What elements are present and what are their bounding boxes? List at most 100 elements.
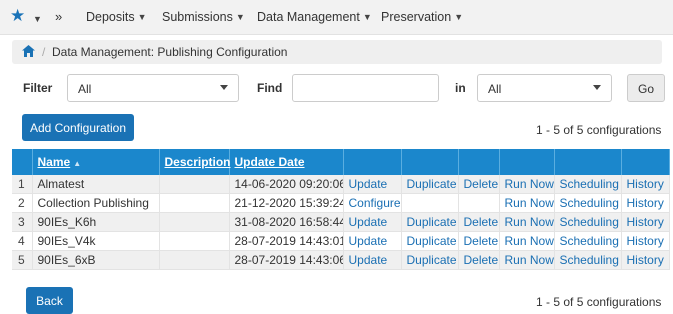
configuration-name: Collection Publishing (32, 193, 160, 213)
nav-item-label: Preservation (381, 10, 452, 24)
empty-action-cell (401, 193, 459, 213)
configuration-name: 90IEs_V4k (32, 231, 160, 251)
scheduling-link[interactable]: Scheduling (554, 193, 622, 213)
chevron-down-icon: ▼ (454, 12, 464, 22)
filter-select-value: All (78, 82, 92, 96)
duplicate-link[interactable]: Duplicate (401, 231, 459, 251)
chevron-down-icon: ▼ (362, 12, 372, 22)
nav-item-label: Deposits (86, 10, 135, 24)
action-column-header (499, 149, 555, 175)
history-link[interactable]: History (621, 175, 670, 194)
configuration-description (159, 250, 230, 270)
star-icon[interactable]: ★ (10, 7, 25, 24)
nav-item-deposits[interactable]: Deposits ▼ (86, 10, 147, 24)
action-column-header (458, 149, 500, 175)
action-column-header (343, 149, 402, 175)
history-link[interactable]: History (621, 231, 670, 251)
update-link[interactable]: Update (343, 212, 402, 232)
configure-link[interactable]: Configure (343, 193, 402, 213)
update-link[interactable]: Update (343, 231, 402, 251)
home-icon[interactable] (22, 45, 35, 57)
history-link[interactable]: History (621, 250, 670, 270)
delete-link[interactable]: Delete (458, 250, 500, 270)
table-row[interactable]: 3 90IEs_K6h 31-08-2020 16:58:44 Update Dupli… (12, 212, 670, 232)
sort-ascending-icon: ▲ (73, 159, 82, 168)
configuration-name: Almatest (32, 175, 160, 194)
table-row[interactable]: 4 90IEs_V4k 28-07-2019 14:43:01 Update Dupli… (12, 231, 670, 251)
scheduling-link[interactable]: Scheduling (554, 212, 622, 232)
update-date: 28-07-2019 14:43:06 (229, 250, 344, 270)
find-input[interactable] (292, 74, 439, 102)
scheduling-link[interactable]: Scheduling (554, 250, 622, 270)
duplicate-link[interactable]: Duplicate (401, 212, 459, 232)
in-select-value: All (488, 82, 502, 96)
row-number: 5 (12, 250, 33, 270)
go-button[interactable]: Go (627, 74, 665, 102)
nav-item-label: Submissions (162, 10, 233, 24)
configuration-description (159, 175, 230, 194)
find-label: Find (257, 81, 283, 95)
chevron-down-icon (593, 85, 601, 90)
history-link[interactable]: History (621, 193, 670, 213)
configuration-description (159, 212, 230, 232)
results-count: 1 - 5 of 5 configurations (536, 123, 662, 137)
row-number: 2 (12, 193, 33, 213)
table-row[interactable]: 2 Collection Publishing 21-12-2020 15:39:2… (12, 193, 670, 213)
add-configuration-button[interactable]: Add Configuration (22, 114, 134, 141)
filter-select[interactable]: All (67, 74, 239, 102)
action-column-header (401, 149, 459, 175)
in-label: in (455, 81, 466, 95)
update-date-column-header[interactable]: Update Date (229, 149, 344, 175)
delete-link[interactable]: Delete (458, 231, 500, 251)
description-sort-link[interactable]: Description (165, 155, 231, 169)
configuration-name: 90IEs_6xB (32, 250, 160, 270)
in-select[interactable]: All (477, 74, 612, 102)
name-column-header[interactable]: Name ▲ (32, 149, 160, 175)
table-header-row: Name ▲ Description Update Date (12, 149, 670, 175)
run-now-link[interactable]: Run Now (499, 193, 555, 213)
breadcrumb-current: Data Management: Publishing Configuratio… (52, 45, 288, 59)
row-number-header (12, 149, 33, 175)
delete-link[interactable]: Delete (458, 175, 500, 194)
row-number: 3 (12, 212, 33, 232)
nav-item-data-management[interactable]: Data Management ▼ (257, 10, 372, 24)
update-link[interactable]: Update (343, 250, 402, 270)
scheduling-link[interactable]: Scheduling (554, 175, 622, 194)
action-column-header (621, 149, 670, 175)
breadcrumb-separator: / (42, 45, 46, 59)
chevron-down-icon: ▼ (33, 14, 42, 24)
favorites-menu-toggle[interactable]: ▼ (30, 12, 42, 26)
update-date: 14-06-2020 09:20:06 (229, 175, 344, 194)
run-now-link[interactable]: Run Now (499, 212, 555, 232)
action-column-header (554, 149, 622, 175)
results-count-footer: 1 - 5 of 5 configurations (536, 295, 662, 309)
scheduling-link[interactable]: Scheduling (554, 231, 622, 251)
duplicate-link[interactable]: Duplicate (401, 250, 459, 270)
nav-item-preservation[interactable]: Preservation ▼ (381, 10, 463, 24)
table-row[interactable]: 5 90IEs_6xB 28-07-2019 14:43:06 Update Dupli… (12, 250, 670, 270)
empty-action-cell (458, 193, 500, 213)
back-button[interactable]: Back (26, 287, 73, 314)
chevron-down-icon: ▼ (235, 12, 245, 22)
delete-link[interactable]: Delete (458, 212, 500, 232)
row-number: 4 (12, 231, 33, 251)
name-sort-link[interactable]: Name (38, 155, 71, 169)
update-date: 31-08-2020 16:58:44 (229, 212, 344, 232)
more-nav-chevron[interactable]: » (55, 9, 62, 24)
update-date: 21-12-2020 15:39:24 (229, 193, 344, 213)
run-now-link[interactable]: Run Now (499, 250, 555, 270)
chevron-down-icon: ▼ (137, 12, 147, 22)
configuration-description (159, 193, 230, 213)
run-now-link[interactable]: Run Now (499, 175, 555, 194)
row-number: 1 (12, 175, 33, 194)
history-link[interactable]: History (621, 212, 670, 232)
update-date: 28-07-2019 14:43:01 (229, 231, 344, 251)
nav-item-submissions[interactable]: Submissions ▼ (162, 10, 245, 24)
update-link[interactable]: Update (343, 175, 402, 194)
breadcrumb: / Data Management: Publishing Configurat… (12, 40, 662, 64)
run-now-link[interactable]: Run Now (499, 231, 555, 251)
table-row[interactable]: 1 Almatest 14-06-2020 09:20:06 Update Duplic… (12, 175, 670, 194)
description-column-header[interactable]: Description (159, 149, 231, 175)
update-date-sort-link[interactable]: Update Date (235, 155, 305, 169)
duplicate-link[interactable]: Duplicate (401, 175, 459, 194)
